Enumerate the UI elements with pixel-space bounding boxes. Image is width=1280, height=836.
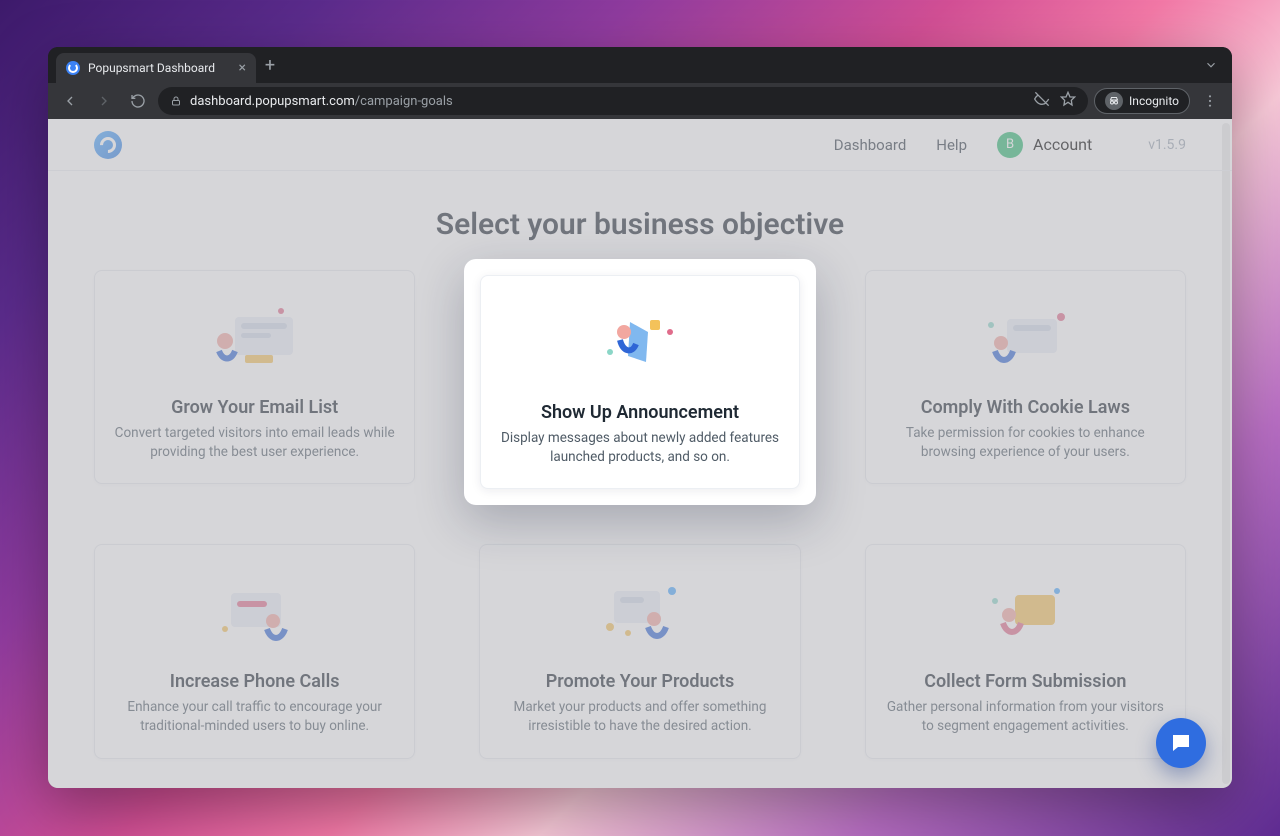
- chat-fab-button[interactable]: [1156, 718, 1206, 768]
- objective-card-email-list[interactable]: Grow Your Email List Convert targeted vi…: [94, 270, 415, 484]
- url-text: dashboard.popupsmart.com/campaign-goals: [190, 94, 453, 109]
- card-desc: Gather personal information from your vi…: [885, 698, 1165, 735]
- account-label: Account: [1033, 135, 1092, 154]
- card-illustration-icon: [580, 571, 700, 655]
- eye-off-icon[interactable]: [1034, 91, 1050, 111]
- close-tab-button[interactable]: ×: [239, 60, 246, 76]
- star-icon[interactable]: [1060, 91, 1076, 111]
- browser-tab[interactable]: Popupsmart Dashboard ×: [56, 53, 256, 83]
- toolbar: dashboard.popupsmart.com/campaign-goals …: [48, 83, 1232, 119]
- app-logo-icon[interactable]: [94, 131, 122, 159]
- overflow-menu-button[interactable]: [1196, 87, 1224, 115]
- tab-title: Popupsmart Dashboard: [88, 61, 231, 75]
- tabstrip: Popupsmart Dashboard × +: [48, 47, 1232, 83]
- card-desc: Convert targeted visitors into email lea…: [115, 424, 395, 461]
- forward-button[interactable]: [90, 87, 118, 115]
- card-title: Promote Your Products: [546, 671, 735, 692]
- card-illustration-icon: [580, 302, 700, 386]
- incognito-indicator[interactable]: Incognito: [1094, 88, 1190, 114]
- page-viewport: Dashboard Help B Account v1.5.9 Select y…: [48, 119, 1232, 788]
- objective-card-phone-calls[interactable]: Increase Phone Calls Enhance your call t…: [94, 544, 415, 758]
- app-version: v1.5.9: [1148, 137, 1186, 153]
- app-nav: Dashboard Help B Account v1.5.9: [834, 132, 1186, 158]
- card-desc: Display messages about newly added featu…: [500, 429, 780, 466]
- page-title: Select your business objective: [94, 207, 1186, 242]
- nav-account[interactable]: B Account: [997, 132, 1092, 158]
- incognito-icon: [1105, 92, 1123, 110]
- card-title: Increase Phone Calls: [170, 671, 340, 692]
- new-tab-button[interactable]: +: [256, 51, 284, 79]
- reload-button[interactable]: [124, 87, 152, 115]
- nav-dashboard[interactable]: Dashboard: [834, 136, 907, 154]
- card-desc: Take permission for cookies to enhance b…: [885, 424, 1165, 461]
- card-desc: Market your products and offer something…: [500, 698, 780, 735]
- card-illustration-icon: [195, 297, 315, 381]
- nav-help[interactable]: Help: [936, 136, 967, 154]
- card-illustration-icon: [965, 571, 1085, 655]
- lock-icon: [170, 95, 182, 107]
- objective-card-cookie-laws[interactable]: Comply With Cookie Laws Take permission …: [865, 270, 1186, 484]
- tabs-menu-button[interactable]: [1198, 58, 1224, 72]
- objective-card-announcement-highlighted[interactable]: Show Up Announcement Display messages ab…: [480, 275, 800, 489]
- card-illustration-icon: [195, 571, 315, 655]
- card-desc: Enhance your call traffic to encourage y…: [115, 698, 395, 735]
- card-illustration-icon: [965, 297, 1085, 381]
- card-title: Comply With Cookie Laws: [921, 397, 1130, 418]
- incognito-label: Incognito: [1129, 94, 1179, 108]
- card-title: Show Up Announcement: [541, 402, 739, 423]
- card-title: Collect Form Submission: [924, 671, 1126, 692]
- card-title: Grow Your Email List: [171, 397, 338, 418]
- avatar: B: [997, 132, 1023, 158]
- app-header: Dashboard Help B Account v1.5.9: [48, 119, 1232, 171]
- objective-card-form-submission[interactable]: Collect Form Submission Gather personal …: [865, 544, 1186, 758]
- objective-card-promote-products[interactable]: Promote Your Products Market your produc…: [479, 544, 800, 758]
- browser-window: Popupsmart Dashboard × + dashboard.popup…: [48, 47, 1232, 788]
- favicon-icon: [66, 61, 80, 75]
- address-bar[interactable]: dashboard.popupsmart.com/campaign-goals: [158, 87, 1088, 115]
- highlighted-objective: Show Up Announcement Display messages ab…: [464, 259, 816, 505]
- back-button[interactable]: [56, 87, 84, 115]
